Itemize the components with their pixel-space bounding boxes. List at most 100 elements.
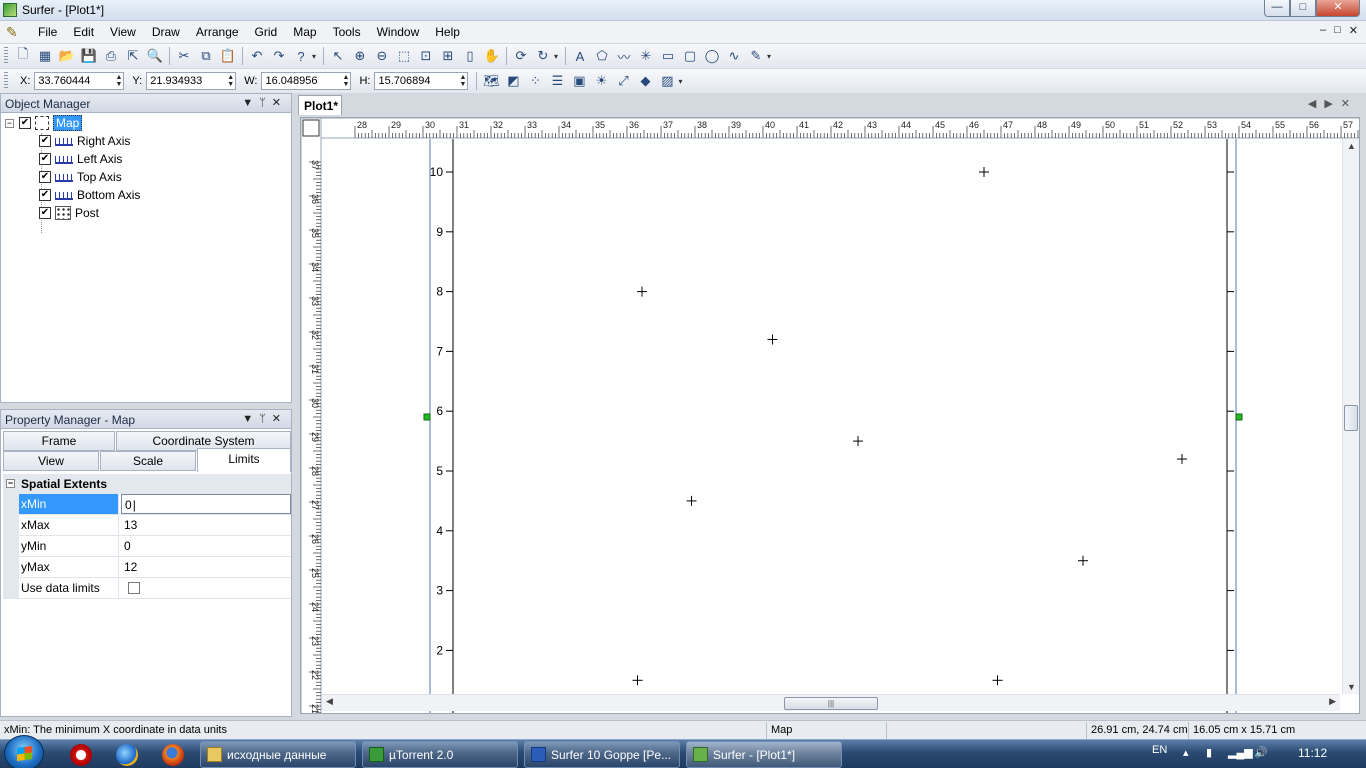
post-symbol[interactable]	[1078, 555, 1088, 566]
rectangle-icon[interactable]: ▭	[657, 46, 679, 66]
menu-draw[interactable]: Draw	[144, 21, 188, 43]
property-value-xmin[interactable]: 0|	[121, 494, 291, 514]
new-icon[interactable]: 🗋	[12, 46, 34, 66]
tree-label-right-axis[interactable]: Right Axis	[77, 134, 130, 148]
select-arrow-icon[interactable]: ↖	[327, 46, 349, 66]
print-icon[interactable]: ⎙	[100, 46, 122, 66]
paste-icon[interactable]: 📋	[217, 46, 239, 66]
zoom-selected-icon[interactable]: ⊡	[415, 46, 437, 66]
menu-file[interactable]: File	[30, 21, 65, 43]
polygon-icon[interactable]: ⬠	[591, 46, 613, 66]
volume-icon[interactable]: 🔊	[1254, 746, 1268, 759]
post-symbol[interactable]	[1177, 454, 1187, 465]
surface-map-icon[interactable]: ◆	[634, 71, 656, 91]
tab-plot1[interactable]: Plot1*	[298, 95, 342, 115]
doc-minimize-button[interactable]: –	[1320, 24, 1326, 37]
post-symbol[interactable]	[632, 675, 643, 686]
contour-map-icon[interactable]: ◩	[502, 71, 524, 91]
toolbar-dropdown-icon[interactable]: ▾	[678, 77, 686, 86]
classed-post-icon[interactable]: ☰	[546, 71, 568, 91]
post-checkbox[interactable]: ✔	[39, 207, 51, 219]
x-coordinate-field[interactable]: 33.760444 ▲ ▼	[34, 72, 125, 90]
horizontal-scrollbar[interactable]: ◀ ||| ▶	[322, 694, 1340, 711]
clock[interactable]: 11:12	[1298, 746, 1327, 760]
redo-icon[interactable]: ↷	[268, 46, 290, 66]
zoom-fit-icon[interactable]: ⊞	[437, 46, 459, 66]
tree-item-map[interactable]: − ✔ Map	[5, 114, 83, 132]
zoom-page-icon[interactable]: ▯	[459, 46, 481, 66]
horizontal-scroll-thumb[interactable]: |||	[784, 697, 878, 710]
print-preview-icon[interactable]: 🔍	[144, 46, 166, 66]
refresh-icon[interactable]: ↻	[532, 46, 554, 66]
zoom-rectangle-icon[interactable]: ⬚	[393, 46, 415, 66]
symbol-icon[interactable]: ✳	[635, 46, 657, 66]
post-symbol[interactable]	[979, 167, 989, 177]
property-row-xmin[interactable]: xMin 0|	[3, 494, 291, 515]
tree-label-map[interactable]: Map	[53, 115, 83, 131]
tree-item-bottom-axis[interactable]: ✔ Bottom Axis	[39, 186, 140, 204]
panel-close-icon[interactable]: ✕	[272, 97, 287, 109]
wireframe-icon[interactable]: ▨	[656, 71, 678, 91]
tab-scroll-left-icon[interactable]: ◀	[1308, 98, 1324, 110]
firefox-icon[interactable]	[162, 744, 184, 766]
tab-view[interactable]: View	[3, 451, 99, 471]
collapse-icon[interactable]: −	[5, 118, 14, 128]
opera-icon[interactable]	[70, 744, 92, 766]
right-axis-checkbox[interactable]: ✔	[39, 135, 51, 147]
property-row-ymin[interactable]: yMin 0	[3, 536, 291, 557]
menu-map[interactable]: Map	[285, 21, 324, 43]
spatial-extents-section[interactable]: − Spatial Extents	[3, 474, 291, 494]
post-symbol[interactable]	[992, 675, 1003, 686]
save-icon[interactable]: 💾	[78, 46, 100, 66]
minimize-button[interactable]: —	[1264, 0, 1290, 17]
property-value-ymax[interactable]: 12	[121, 557, 291, 577]
tab-scale[interactable]: Scale	[100, 451, 196, 471]
new-worksheet-icon[interactable]: ▦	[34, 46, 56, 66]
property-value-use-data-limits[interactable]	[121, 578, 291, 598]
tree-label-top-axis[interactable]: Top Axis	[77, 170, 122, 184]
property-value-xmax[interactable]: 13	[121, 515, 291, 535]
property-row-use-data-limits[interactable]: Use data limits	[3, 578, 291, 599]
menu-view[interactable]: View	[102, 21, 144, 43]
spin-arrows-icon[interactable]: ▲ ▼	[227, 74, 234, 88]
network-icon[interactable]: ▂▄▆	[1228, 746, 1253, 759]
menu-grid[interactable]: Grid	[247, 21, 286, 43]
zoom-in-icon[interactable]: ⊕	[349, 46, 371, 66]
tree-item-post[interactable]: ✔ Post	[39, 204, 99, 222]
height-field[interactable]: 15.706894 ▲ ▼	[374, 72, 469, 90]
scroll-left-icon[interactable]: ◀	[326, 696, 333, 707]
toolbar-dropdown-icon[interactable]: ▾	[767, 52, 775, 61]
property-row-xmax[interactable]: xMax 13	[3, 515, 291, 536]
scroll-right-icon[interactable]: ▶	[1329, 696, 1336, 707]
open-icon[interactable]: 📂	[56, 46, 78, 66]
maximize-button[interactable]: □	[1290, 0, 1316, 17]
show-hidden-icons-icon[interactable]: ▴	[1183, 746, 1189, 759]
post-symbol[interactable]	[637, 286, 647, 297]
spin-arrows-icon[interactable]: ▲ ▼	[115, 74, 122, 88]
internet-explorer-icon[interactable]	[116, 744, 138, 766]
tree-item-right-axis[interactable]: ✔ Right Axis	[39, 132, 130, 150]
property-row-ymax[interactable]: yMax 12	[3, 557, 291, 578]
tree-label-left-axis[interactable]: Left Axis	[77, 152, 122, 166]
tree-item-top-axis[interactable]: ✔ Top Axis	[39, 168, 122, 186]
cut-icon[interactable]: ✂	[173, 46, 195, 66]
vertical-scroll-thumb[interactable]	[1344, 405, 1358, 431]
use-data-limits-checkbox[interactable]	[128, 582, 140, 594]
toolbar-grip[interactable]	[4, 47, 8, 65]
width-field[interactable]: 16.048956 ▲ ▼	[261, 72, 352, 90]
close-button[interactable]: ✕	[1316, 0, 1360, 17]
redraw-icon[interactable]: ⟳	[510, 46, 532, 66]
plot-canvas[interactable]: 28 29 30 31 32 33 34 35 36 37 38 39 40 41 42 43 44 45 46 47…	[300, 117, 1360, 714]
vector-map-icon[interactable]: ⤢	[612, 71, 634, 91]
y-coordinate-field[interactable]: 21.934933 ▲ ▼	[146, 72, 237, 90]
menu-window[interactable]: Window	[369, 21, 428, 43]
spin-arrows-icon[interactable]: ▲ ▼	[460, 74, 467, 88]
language-indicator[interactable]: EN	[1152, 744, 1167, 756]
toolbar-dropdown-icon[interactable]: ▾	[554, 52, 562, 61]
reshape-icon[interactable]: ✎	[745, 46, 767, 66]
plot-drawing[interactable]: 28 29 30 31 32 33 34 35 36 37 38 39 40 41 42 43 44 45 46 47…	[301, 118, 1360, 714]
image-map-icon[interactable]: ▣	[568, 71, 590, 91]
property-value-ymin[interactable]: 0	[121, 536, 291, 556]
tree-item-left-axis[interactable]: ✔ Left Axis	[39, 150, 122, 168]
document-menu-icon[interactable]: ✎	[6, 23, 30, 41]
